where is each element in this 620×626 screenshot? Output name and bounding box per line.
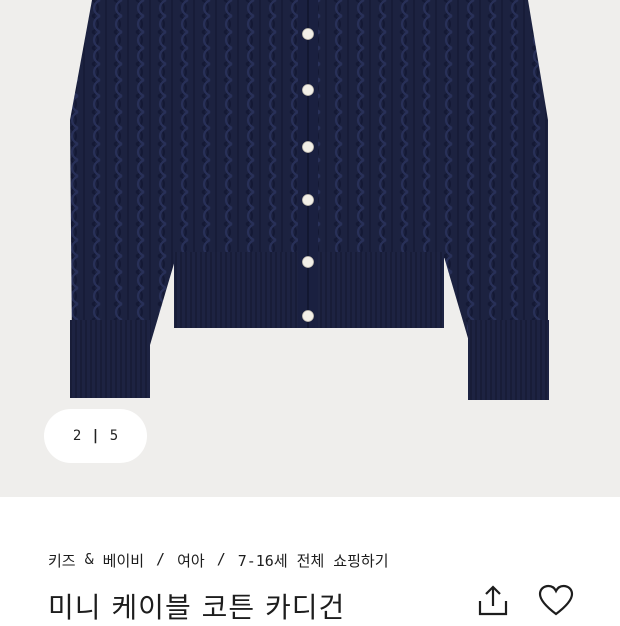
left-sleeve xyxy=(70,0,178,345)
breadcrumb-item-kids[interactable]: 키즈 xyxy=(48,550,76,571)
cardigan-button xyxy=(302,28,314,40)
share-button[interactable] xyxy=(473,584,513,624)
breadcrumb-separator: / xyxy=(156,550,166,568)
cardigan-button xyxy=(302,310,314,322)
gallery-pager[interactable]: 2 | 5 xyxy=(44,409,147,463)
right-cuff xyxy=(468,320,549,400)
heart-icon xyxy=(538,584,574,616)
cardigan-button xyxy=(302,141,314,153)
cardigan-button xyxy=(302,84,314,96)
breadcrumb: 키즈 & 베이비 / 여아 / 7-16세 전체 쇼핑하기 xyxy=(48,550,389,571)
breadcrumb-item-girls[interactable]: 여아 xyxy=(177,550,205,571)
pager-total: 5 xyxy=(109,428,119,444)
cardigan-button xyxy=(302,256,314,268)
product-title: 미니 케이블 코튼 카디건 xyxy=(48,591,346,624)
breadcrumb-item-baby[interactable]: 베이비 xyxy=(103,550,144,571)
right-sleeve xyxy=(440,0,548,345)
breadcrumb-item-shop-all[interactable]: 7-16세 전체 쇼핑하기 xyxy=(238,550,389,571)
pager-separator: | xyxy=(91,428,100,444)
wishlist-button[interactable] xyxy=(536,584,576,624)
pager-current: 2 xyxy=(72,428,82,444)
breadcrumb-ampersand: & xyxy=(84,550,94,568)
cardigan-button xyxy=(302,194,314,206)
product-image-area[interactable]: 2 | 5 xyxy=(0,0,620,497)
share-icon xyxy=(478,585,508,616)
breadcrumb-separator: / xyxy=(216,550,226,568)
left-cuff xyxy=(70,320,150,398)
